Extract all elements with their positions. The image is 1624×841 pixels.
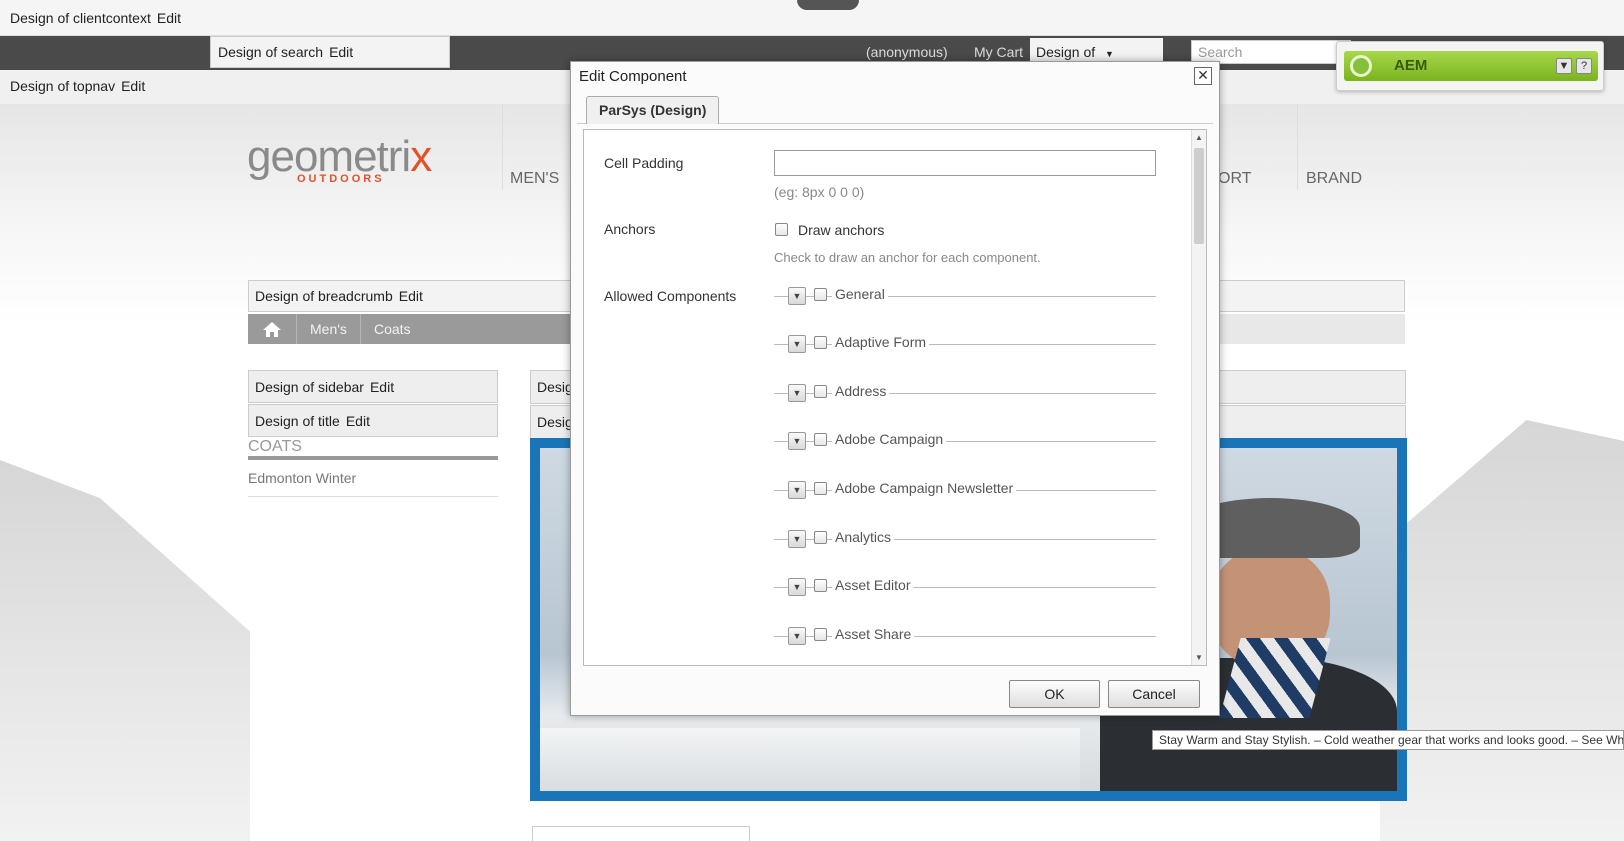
- component-checkbox[interactable]: [814, 482, 827, 495]
- aem-sidekick[interactable]: AEM ▼ ?: [1336, 41, 1604, 91]
- cell-padding-hint: (eg: 8px 0 0 0): [774, 184, 865, 200]
- draw-anchors-checkbox[interactable]: [775, 223, 788, 236]
- nav-item-mens[interactable]: MEN'S: [510, 170, 559, 188]
- breadcrumb-item-coats[interactable]: Coats: [360, 314, 424, 344]
- component-checkbox[interactable]: [814, 385, 827, 398]
- component-group-general: ▼ General: [774, 285, 1156, 307]
- design-bar-label: Design of search: [218, 44, 324, 60]
- edit-clientcontext-button[interactable]: Edit: [157, 10, 181, 26]
- component-label: Adobe Campaign Newsletter: [832, 480, 1017, 496]
- my-cart-link[interactable]: My Cart: [974, 44, 1023, 60]
- aem-logo-icon: [1350, 55, 1372, 77]
- dialog-scrollbar[interactable]: ▲ ▼: [1191, 130, 1206, 665]
- sidebar-title: COATS: [248, 438, 498, 460]
- component-label: Asset Editor: [832, 577, 914, 593]
- component-group-adobe-campaign: ▼ Adobe Campaign: [774, 430, 1156, 452]
- component-label: Adobe Campaign: [832, 431, 947, 447]
- logo-x: x: [410, 132, 432, 181]
- design-of-label: Design of: [1036, 44, 1096, 60]
- edit-topnav-button[interactable]: Edit: [121, 78, 145, 94]
- edit-breadcrumb-button[interactable]: Edit: [399, 288, 423, 304]
- cell-padding-input[interactable]: [774, 150, 1156, 176]
- component-label: Adaptive Form: [832, 334, 930, 350]
- chevron-down-icon[interactable]: ▼: [788, 335, 806, 353]
- ok-button[interactable]: OK: [1009, 680, 1100, 708]
- cell-padding-label: Cell Padding: [604, 155, 684, 171]
- nav-divider: [502, 104, 503, 190]
- component-checkbox[interactable]: [814, 433, 827, 446]
- nav-divider: [1297, 104, 1298, 190]
- component-group-asset-share: ▼ Asset Share: [774, 625, 1156, 647]
- scrollbar-thumb[interactable]: [1194, 148, 1204, 244]
- nav-item-brand[interactable]: BRAND: [1306, 170, 1362, 188]
- component-label: General: [832, 286, 888, 302]
- close-icon[interactable]: ✕: [1194, 67, 1212, 85]
- breadcrumb-item-mens[interactable]: Men's: [296, 314, 360, 344]
- component-group-asset-editor: ▼ Asset Editor: [774, 576, 1156, 598]
- chevron-down-icon[interactable]: ▼: [1556, 58, 1572, 74]
- logo-subtitle: OUTDOORS: [297, 173, 385, 185]
- edit-sidebar-button[interactable]: Edit: [370, 379, 394, 395]
- scroll-down-icon[interactable]: ▼: [1195, 653, 1203, 662]
- sidebar-item-edmonton-winter[interactable]: Edmonton Winter: [248, 470, 498, 497]
- home-icon: [263, 322, 281, 337]
- anchors-hint: Check to draw an anchor for each compone…: [774, 250, 1041, 265]
- dialog-footer: OK Cancel: [571, 670, 1219, 715]
- component-checkbox[interactable]: [814, 336, 827, 349]
- edit-component-dialog: Edit Component ✕ ParSys (Design) Cell Pa…: [570, 61, 1220, 716]
- scroll-up-icon[interactable]: ▲: [1195, 133, 1203, 142]
- component-label: Analytics: [832, 529, 895, 545]
- nav-item-sport[interactable]: ORT: [1218, 170, 1251, 188]
- chevron-down-icon[interactable]: ▼: [788, 432, 806, 450]
- chevron-down-icon[interactable]: ▼: [788, 578, 806, 596]
- chevron-down-icon[interactable]: ▼: [788, 384, 806, 402]
- help-button[interactable]: ?: [1576, 58, 1592, 74]
- allowed-components-label: Allowed Components: [604, 288, 737, 304]
- component-checkbox[interactable]: [814, 288, 827, 301]
- design-bar-title: Design of title Edit: [248, 404, 498, 437]
- component-group-adaptive-form: ▼ Adaptive Form: [774, 333, 1156, 355]
- design-bar-label: Design of breadcrumb: [255, 288, 393, 304]
- hero-tooltip: Stay Warm and Stay Stylish. – Cold weath…: [1152, 730, 1624, 750]
- tab-parsys-design[interactable]: ParSys (Design): [586, 96, 720, 124]
- edit-search-button[interactable]: Edit: [329, 44, 353, 60]
- draw-anchors-label: Draw anchors: [798, 222, 885, 238]
- aem-sidekick-bar[interactable]: AEM ▼ ?: [1344, 51, 1598, 81]
- user-name: (anonymous): [866, 44, 948, 60]
- component-checkbox[interactable]: [814, 531, 827, 544]
- component-group-adobe-campaign-newsletter: ▼ Adobe Campaign Newsletter: [774, 479, 1156, 501]
- product-card[interactable]: [532, 826, 750, 841]
- design-bar-label: Design of topnav: [10, 78, 116, 94]
- aem-label: AEM: [1394, 57, 1428, 74]
- design-bar-label: Design of sidebar: [255, 379, 364, 395]
- cancel-button[interactable]: Cancel: [1108, 680, 1200, 708]
- chevron-down-icon[interactable]: ▼: [788, 481, 806, 499]
- chevron-down-icon[interactable]: ▼: [788, 530, 806, 548]
- component-label: Address: [832, 383, 890, 399]
- edit-title-button[interactable]: Edit: [346, 413, 370, 429]
- component-checkbox[interactable]: [814, 579, 827, 592]
- chevron-down-icon[interactable]: ▼: [788, 287, 806, 305]
- design-bar-label: Design of clientcontext: [10, 10, 151, 26]
- component-group-analytics: ▼ Analytics: [774, 528, 1156, 550]
- design-bar-label: Design of title: [255, 413, 340, 429]
- component-label: Asset Share: [832, 626, 915, 642]
- hero-snow: [540, 728, 1080, 791]
- component-group-address: ▼ Address: [774, 382, 1156, 404]
- chevron-down-icon[interactable]: ▼: [788, 627, 806, 645]
- chevron-down-icon: ▼: [1105, 49, 1114, 59]
- component-checkbox[interactable]: [814, 628, 827, 641]
- dialog-title: Edit Component: [579, 68, 687, 85]
- design-bar-sidebar: Design of sidebar Edit: [248, 370, 498, 403]
- dialog-tabs: ParSys (Design): [577, 92, 1213, 124]
- anchors-label: Anchors: [604, 221, 656, 237]
- top-handle[interactable]: [797, 0, 859, 10]
- dialog-body: Cell Padding (eg: 8px 0 0 0) Anchors Dra…: [583, 129, 1207, 666]
- design-bar-search: Design of search Edit: [210, 36, 450, 68]
- breadcrumb-home[interactable]: [248, 314, 296, 344]
